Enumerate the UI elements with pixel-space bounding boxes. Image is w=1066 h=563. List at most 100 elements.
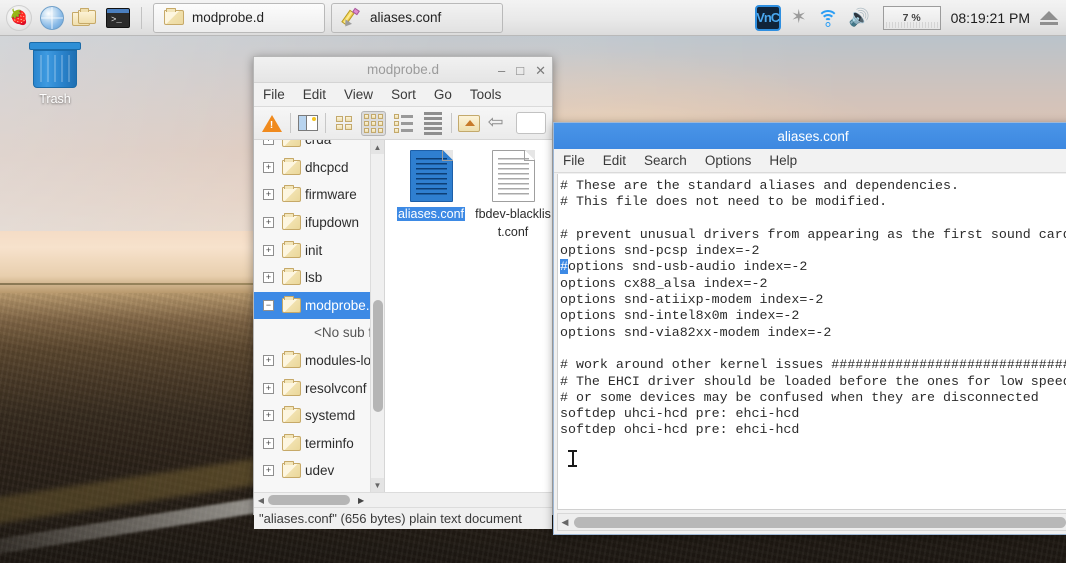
eject-icon[interactable] (1040, 10, 1058, 25)
text-editor-title: aliases.conf (777, 128, 849, 144)
volume-icon[interactable]: 🔊 (849, 8, 873, 27)
file-item-label: fbdev-blacklist.conf (475, 207, 551, 239)
clock[interactable]: 08:19:21 PM (951, 10, 1030, 26)
expander-icon[interactable]: + (263, 465, 274, 477)
folder-icon (282, 406, 301, 424)
file-item-fbdev-blacklist-conf[interactable]: fbdev-blacklist.conf (475, 150, 551, 492)
terminal-icon: >_ (106, 7, 130, 28)
close-icon[interactable]: ✕ (535, 64, 546, 77)
file-item-aliases-conf[interactable]: aliases.conf (393, 150, 469, 492)
tree-item-label: ifupdown (305, 215, 360, 231)
expander-icon[interactable]: + (263, 382, 274, 394)
icon-view-icon[interactable] (331, 111, 356, 136)
menu-search[interactable]: Search (635, 151, 696, 170)
tree-item-udev[interactable]: + udev (254, 457, 384, 485)
maximize-icon[interactable]: □ (516, 64, 524, 77)
globe-icon (40, 5, 64, 30)
scrollbar-thumb[interactable] (574, 516, 1066, 528)
desktop-icon-trash[interactable]: Trash (0, 36, 110, 108)
menu-file[interactable]: File (554, 151, 594, 170)
raspberry-menu-button[interactable]: 🍓 (4, 3, 34, 33)
minimize-icon[interactable]: – (498, 64, 505, 77)
expander-icon[interactable]: + (263, 272, 274, 284)
file-manager-button[interactable] (70, 3, 100, 33)
scroll-down-icon[interactable]: ▼ (371, 478, 384, 492)
tree-item-firmware[interactable]: + firmware (254, 181, 384, 209)
tree-item-modprobe-d[interactable]: − modprobe.d (254, 291, 384, 320)
text-editor-horizontal-scrollbar[interactable]: ◀ (557, 513, 1066, 531)
folder-icon (282, 185, 301, 203)
scroll-up-icon[interactable]: ▲ (371, 140, 384, 154)
tree-item-lsb[interactable]: + lsb (254, 264, 384, 292)
file-manager-titlebar[interactable]: modprobe.d – □ ✕ (254, 57, 552, 83)
menu-go[interactable]: Go (425, 85, 461, 104)
directory-tree: + crda + dhcpcd + firmware (254, 140, 385, 492)
warning-icon[interactable] (260, 111, 285, 136)
thumbnail-view-icon[interactable] (361, 110, 387, 136)
menu-view[interactable]: View (335, 85, 382, 104)
tree-item-label: firmware (305, 187, 357, 203)
text-before-selection: # These are the standard aliases and dep… (560, 178, 1066, 259)
scroll-right-icon[interactable]: ▶ (358, 496, 364, 505)
menu-sort[interactable]: Sort (382, 85, 425, 104)
task-button-label: aliases.conf (370, 10, 442, 25)
wifi-icon[interactable] (817, 9, 839, 27)
tree-item-crda[interactable]: + crda (254, 140, 384, 154)
scrollbar-thumb[interactable] (268, 495, 350, 505)
expander-icon[interactable]: + (263, 140, 274, 146)
expander-icon[interactable]: + (263, 189, 274, 201)
taskbar-window-list: modprobe.d aliases.conf (153, 2, 503, 33)
text-after-selection: options snd-usb-audio index=-2 options c… (560, 259, 1066, 438)
task-button-modprobe-d[interactable]: modprobe.d (153, 2, 325, 33)
dual-pane-icon[interactable] (296, 111, 321, 136)
compact-view-icon[interactable] (391, 111, 416, 136)
menu-options[interactable]: Options (696, 151, 761, 170)
task-button-aliases-conf[interactable]: aliases.conf (331, 2, 503, 33)
menu-tools[interactable]: Tools (461, 85, 511, 104)
expander-icon[interactable]: + (263, 355, 274, 367)
tree-item-systemd[interactable]: + systemd (254, 402, 384, 430)
collapse-icon[interactable]: − (263, 299, 274, 311)
bluetooth-icon[interactable]: ✶ (791, 8, 807, 27)
scrollbar-thumb[interactable] (373, 300, 383, 412)
folder-icon (282, 268, 301, 286)
back-icon[interactable] (486, 111, 511, 136)
text-editor-content[interactable]: # These are the standard aliases and dep… (557, 174, 1066, 510)
pencil-icon (341, 7, 362, 29)
file-manager-horizontal-scrollbar[interactable]: ◀ ▶ (254, 492, 552, 507)
expander-icon[interactable]: + (263, 244, 274, 256)
tree-item-terminfo[interactable]: + terminfo (254, 430, 384, 458)
text-document-icon (409, 150, 453, 202)
expander-icon[interactable]: + (263, 217, 274, 229)
cpu-monitor[interactable]: 7 % (882, 5, 941, 30)
tree-item-init[interactable]: + init (254, 236, 384, 264)
terminal-button[interactable]: >_ (103, 3, 133, 33)
folders-icon (72, 7, 98, 29)
file-list-pane[interactable]: aliases.conf fbdev-blacklist.conf (385, 140, 552, 492)
path-input[interactable] (515, 112, 546, 134)
vnc-icon[interactable]: VnC (754, 4, 781, 31)
tree-item-ifupdown[interactable]: + ifupdown (254, 209, 384, 237)
tree-vertical-scrollbar[interactable]: ▲ ▼ (370, 140, 384, 492)
scroll-left-icon[interactable]: ◀ (254, 496, 268, 505)
text-editor-titlebar[interactable]: aliases.conf (554, 123, 1066, 149)
expander-icon[interactable]: + (263, 437, 274, 449)
detailed-list-icon[interactable] (421, 111, 446, 136)
expander-icon[interactable]: + (263, 161, 274, 173)
window-controls: – □ ✕ (498, 57, 546, 83)
toolbar-separator (325, 113, 327, 133)
tree-item-modules-load-d[interactable]: + modules-load.d (254, 347, 384, 375)
taskbar: 🍓 >_ modprobe.d aliases.conf VnC ✶ 🔊 7 %… (0, 0, 1066, 36)
web-browser-button[interactable] (37, 3, 67, 33)
tree-item-label: udev (305, 463, 335, 479)
scroll-left-icon[interactable]: ◀ (558, 517, 572, 528)
menu-file[interactable]: File (254, 85, 294, 104)
folder-icon (282, 433, 301, 451)
expander-icon[interactable]: + (263, 410, 274, 422)
home-icon[interactable] (456, 111, 481, 136)
menu-help[interactable]: Help (760, 151, 806, 170)
tree-item-resolvconf[interactable]: + resolvconf (254, 374, 384, 402)
menu-edit[interactable]: Edit (294, 85, 335, 104)
tree-item-dhcpcd[interactable]: + dhcpcd (254, 154, 384, 182)
menu-edit[interactable]: Edit (594, 151, 635, 170)
